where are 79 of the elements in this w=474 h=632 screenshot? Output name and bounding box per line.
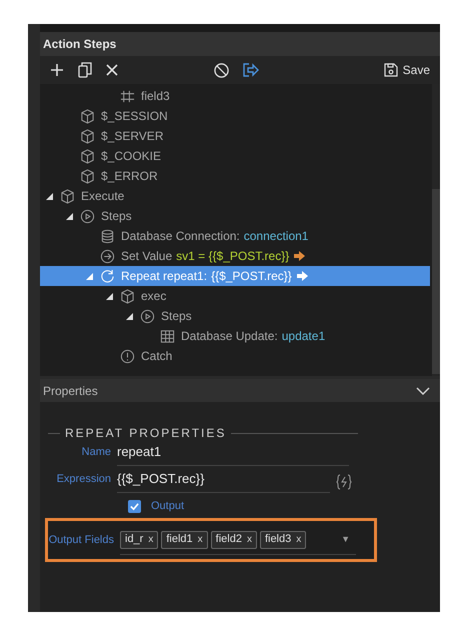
close-icon[interactable] [106,64,118,76]
tree-row[interactable]: $_ERROR [40,166,430,186]
copy-icon[interactable] [78,62,92,78]
node-label: Steps [161,308,192,325]
cube-icon [80,149,95,164]
alert-icon [120,349,135,364]
hash-icon [120,89,135,104]
dropdown-arrow[interactable]: ▼ [341,532,350,546]
node-value: sv1 = {{$_POST.rec}} [176,248,290,265]
expanded-arrow-icon[interactable] [66,212,73,220]
tree-row[interactable]: $_COOKIE [40,146,430,166]
cube-icon [120,289,135,304]
tree-row[interactable]: $_SERVER [40,126,430,146]
cube-icon [80,109,95,124]
cube-icon [60,189,75,204]
tree-row[interactable]: Set Value sv1 = {{$_POST.rec}} [40,246,430,266]
remove-tag-button[interactable]: x [198,532,203,547]
remove-tag-button[interactable]: x [246,532,252,547]
node-label: $_COOKIE [101,148,162,165]
node-label: Catch [141,348,172,365]
dynamic-data-button[interactable] [336,474,352,492]
tag-label: id_r [125,532,144,548]
cube-icon [80,129,95,144]
node-label: Set Value [121,248,172,265]
node-label: field3 [141,88,170,105]
tag-label: field3 [264,532,292,548]
checkbox-label: Output [151,499,184,514]
scrollbar-thumb[interactable] [432,189,440,374]
export-icon[interactable] [243,63,259,77]
checkbox[interactable] [128,500,141,513]
tree-row[interactable]: field3 [40,86,430,106]
play-circle-icon [140,309,155,324]
tree-row[interactable]: Steps [40,306,430,326]
input-field[interactable]: {{$_POST.rec}} [117,469,330,492]
input-field[interactable]: repeat1 [117,442,349,466]
node-label: Execute [81,188,124,205]
plus-icon[interactable] [50,63,64,77]
node-label: Database Connection: [121,228,240,245]
table-icon [160,329,175,344]
tree-row[interactable]: Database Update: update1 [40,326,430,346]
node-label: Repeat repeat1: [121,268,208,285]
node-value: connection1 [244,228,308,245]
remove-tag-button[interactable]: x [296,532,302,547]
tree-row[interactable]: Execute [40,186,430,206]
node-label: exec [141,288,166,305]
expanded-arrow-icon[interactable] [106,292,113,300]
tag-label: field1 [166,532,193,548]
tree-row[interactable]: Database Connection: connection1 [40,226,430,246]
tree-row[interactable]: Catch [40,346,430,366]
disable-icon[interactable] [214,62,229,78]
tree-row[interactable]: Steps [40,206,430,226]
node-label: $_SESSION [101,108,168,125]
tree-row[interactable]: exec [40,286,430,306]
section-title: Properties [43,382,98,400]
multi-select-field[interactable]: id_r x field1 x field2 x field3 x ▼ [120,525,356,555]
tag-label: field2 [216,532,242,548]
expanded-arrow-icon[interactable] [46,192,53,200]
node-label: $_ERROR [101,168,158,185]
node-value: {{$_POST.rec}} [211,268,292,285]
panel-title: Action Steps [40,32,440,56]
field-label: Expression [56,472,112,487]
tree-row[interactable]: $_SESSION [40,106,430,126]
field-label: Output Fields [48,532,115,548]
play-circle-icon [80,209,95,224]
refresh-icon [100,269,115,284]
arrow-circle-icon [100,249,115,264]
section-heading: REPEAT PROPERTIES [65,425,226,442]
node-label: Steps [101,208,132,225]
node-label: $_SERVER [101,128,164,145]
database-icon [100,229,115,244]
node-value: update1 [282,328,326,345]
expanded-arrow-icon[interactable] [126,312,133,320]
save-button[interactable]: Save [384,61,430,79]
save-icon [384,63,398,77]
field-label: Name [80,445,112,460]
cube-icon [80,169,95,184]
remove-tag-button[interactable]: x [148,532,154,547]
chevron-icon[interactable] [416,386,430,394]
node-label: Database Update: [181,328,278,345]
